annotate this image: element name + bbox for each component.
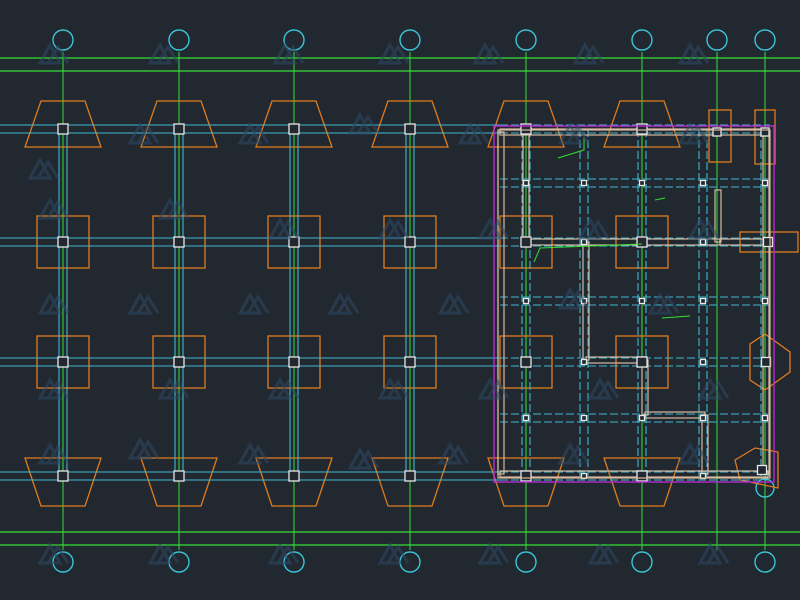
axis-bubble-icon xyxy=(754,551,776,573)
column-square-icon xyxy=(636,356,648,368)
brick-wall xyxy=(497,131,505,475)
axis-bubble-icon xyxy=(52,551,74,573)
column-square-icon xyxy=(762,236,774,248)
brick-wall xyxy=(644,411,706,419)
column-square-icon xyxy=(522,297,530,305)
column-square-icon xyxy=(636,470,648,482)
column-square-icon xyxy=(638,179,646,187)
column-square-icon xyxy=(404,356,416,368)
column-square-icon xyxy=(288,123,300,135)
column-square-icon xyxy=(699,358,707,366)
axis-bubble-icon xyxy=(631,29,653,51)
column-square-icon xyxy=(57,236,69,248)
column-square-icon xyxy=(580,358,588,366)
column-square-icon xyxy=(699,414,707,422)
column-square-icon xyxy=(761,297,769,305)
column-square-icon xyxy=(580,179,588,187)
column-square-icon xyxy=(580,238,588,246)
column-square-icon xyxy=(761,179,769,187)
column-square-icon xyxy=(57,123,69,135)
brick-wall xyxy=(714,189,722,243)
column-square-icon xyxy=(57,470,69,482)
axis-bubble-icon xyxy=(283,29,305,51)
axis-bubble-icon xyxy=(706,29,728,51)
column-square-icon xyxy=(173,470,185,482)
axis-bubble-icon xyxy=(754,29,776,51)
axis-bubble-icon xyxy=(399,29,421,51)
column-square-icon xyxy=(756,464,768,476)
axis-bubble-icon xyxy=(52,29,74,51)
brick-walls xyxy=(497,128,770,478)
tie-beams xyxy=(0,124,770,481)
column-square-icon xyxy=(761,414,769,422)
axis-bubble-icon xyxy=(515,29,537,51)
column-square-icon xyxy=(173,356,185,368)
slab-boundary-inner xyxy=(497,129,771,479)
column-square-icon xyxy=(699,297,707,305)
column-square-icon xyxy=(173,236,185,248)
brick-wall xyxy=(525,238,721,246)
column-square-icon xyxy=(520,236,532,248)
column-square-icon xyxy=(288,356,300,368)
axis-bubble-icon xyxy=(168,551,190,573)
column-square-icon xyxy=(522,414,530,422)
column-square-icon xyxy=(699,179,707,187)
column-square-icon xyxy=(580,414,588,422)
slab-mark xyxy=(661,315,691,319)
column-square-icon xyxy=(712,127,722,137)
column-square-icon xyxy=(57,356,69,368)
column-square-icon xyxy=(288,470,300,482)
axis-bubble-icon xyxy=(168,29,190,51)
column-square-icon xyxy=(173,123,185,135)
column-square-icon xyxy=(522,179,530,187)
column-square-icon xyxy=(404,470,416,482)
column-square-icon xyxy=(760,127,770,137)
footings xyxy=(24,100,799,507)
cad-viewport[interactable] xyxy=(0,0,800,600)
columns xyxy=(57,123,774,482)
axis-bubble-icon xyxy=(399,551,421,573)
axis-bubble-icon xyxy=(283,551,305,573)
column-square-icon xyxy=(288,236,300,248)
axis-bubble-icon xyxy=(515,551,537,573)
foundation-plan-drawing xyxy=(0,29,800,573)
column-square-icon xyxy=(636,236,648,248)
column-square-icon xyxy=(404,236,416,248)
column-square-icon xyxy=(760,356,772,368)
column-square-icon xyxy=(638,297,646,305)
column-square-icon xyxy=(699,238,707,246)
column-square-icon xyxy=(520,356,532,368)
slab-mark xyxy=(654,197,666,201)
column-square-icon xyxy=(580,297,588,305)
column-square-icon xyxy=(520,470,532,482)
axis-bubble-icon xyxy=(631,551,653,573)
column-square-icon xyxy=(638,414,646,422)
column-square-icon xyxy=(404,123,416,135)
